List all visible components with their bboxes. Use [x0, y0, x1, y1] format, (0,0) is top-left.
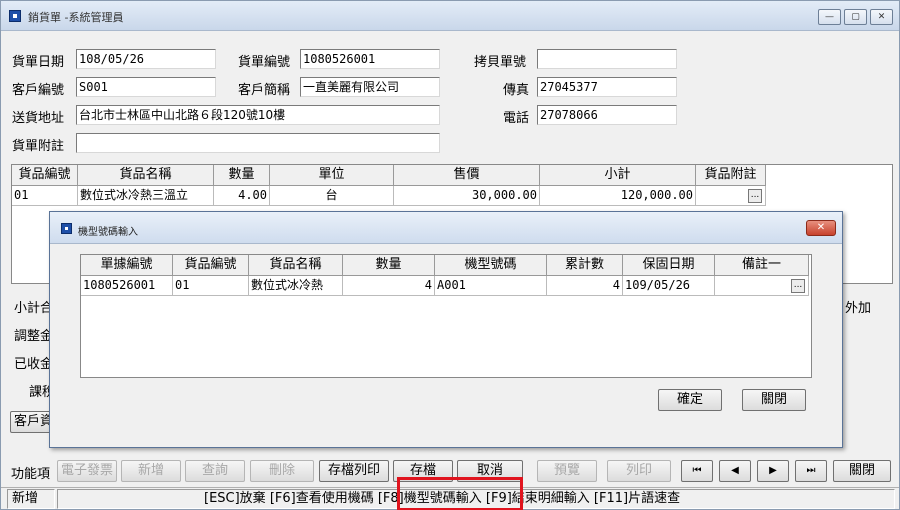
dcell-cumulative[interactable]: 4 — [547, 276, 623, 296]
col-header-qty[interactable]: 數量 — [214, 165, 270, 186]
title-bar: 銷貨單 -系統管理員 — ▢ ✕ — [1, 1, 899, 31]
copy-no-label: 拷貝單號 — [474, 55, 527, 70]
customer-no-field[interactable]: S001 — [76, 77, 216, 97]
dialog-title-bar: 機型號碼輸入 ✕ — [50, 212, 842, 244]
col-header-unit[interactable]: 單位 — [270, 165, 394, 186]
model-grid: 單據編號 貨品編號 貨品名稱 數量 機型號碼 累計數 保固日期 備註一 1080… — [80, 254, 812, 378]
dcol-header-model-no[interactable]: 機型號碼 — [435, 255, 547, 276]
item-note-lookup-button[interactable]: ... — [748, 189, 762, 203]
fax-label: 傳真 — [503, 83, 530, 98]
minimize-icon[interactable]: — — [818, 9, 841, 25]
address-label: 送貨地址 — [12, 111, 65, 126]
tax-extra-label: 外加 — [845, 301, 872, 316]
adjust-label: 調整金 — [14, 329, 54, 344]
dcell-model-no[interactable]: A001 — [435, 276, 547, 296]
dialog-ok-button[interactable]: 確定 — [658, 389, 722, 411]
add-button[interactable]: 新增 — [121, 460, 181, 482]
invoice-no-label: 貨單編號 — [238, 55, 291, 70]
hint-f8: [F8]機型號碼輸入 — [377, 491, 482, 506]
customer-short-label: 客戶簡稱 — [238, 83, 291, 98]
model-number-dialog: 機型號碼輸入 ✕ 單據編號 貨品編號 貨品名稱 數量 機型號碼 累計數 保固日期… — [49, 211, 843, 448]
save-print-button[interactable]: 存檔列印 — [319, 460, 389, 482]
invoice-note-label: 貨單附註 — [12, 139, 65, 154]
cell-qty[interactable]: 4.00 — [214, 186, 270, 206]
fax-field[interactable]: 27045377 — [537, 77, 677, 97]
col-header-item-note[interactable]: 貨品附註 — [696, 165, 766, 186]
cell-item-name[interactable]: 數位式冰冷熱三溫立 — [78, 186, 214, 206]
address-field[interactable]: 台北市士林區中山北路６段120號10樓 — [76, 105, 440, 125]
dcell-item-name[interactable]: 數位式冰冷熱 — [249, 276, 343, 296]
invoice-no-field[interactable]: 1080526001 — [300, 49, 440, 69]
e-invoice-button[interactable]: 電子發票 — [57, 460, 117, 482]
status-mode: 新增 — [7, 489, 55, 509]
dcol-header-cumulative[interactable]: 累計數 — [547, 255, 623, 276]
window-controls: — ▢ ✕ — [818, 9, 893, 25]
print-button[interactable]: 列印 — [607, 460, 671, 482]
query-button[interactable]: 查詢 — [185, 460, 245, 482]
cell-unit[interactable]: 台 — [270, 186, 394, 206]
received-label: 已收金 — [14, 357, 54, 372]
customer-no-label: 客戶編號 — [12, 83, 65, 98]
dialog-close-icon[interactable]: ✕ — [806, 220, 836, 236]
app-icon — [9, 10, 21, 22]
dcell-doc-no[interactable]: 1080526001 — [81, 276, 173, 296]
hint-esc-f6: [ESC]放棄 [F6]查看使用機碼 — [204, 491, 374, 506]
close-icon[interactable]: ✕ — [870, 9, 893, 25]
dcol-header-item-code[interactable]: 貨品編號 — [173, 255, 249, 276]
window-title: 銷貨單 -系統管理員 — [28, 11, 124, 24]
customer-short-field[interactable]: 一直美麗有限公司 — [300, 77, 440, 97]
subtotal-label: 小計合 — [14, 301, 54, 316]
col-header-item-code[interactable]: 貨品編號 — [12, 165, 78, 186]
first-record-icon[interactable]: ⏮ — [681, 460, 713, 482]
status-bar: 新增 [ESC]放棄 [F6]查看使用機碼 [F8]機型號碼輸入 [F9]結束明… — [1, 487, 899, 509]
date-field[interactable]: 108/05/26 — [76, 49, 216, 69]
invoice-note-field[interactable] — [76, 133, 440, 153]
status-hints: [ESC]放棄 [F6]查看使用機碼 [F8]機型號碼輸入 [F9]結束明細輸入… — [57, 489, 895, 509]
cell-subtotal[interactable]: 120,000.00 — [540, 186, 696, 206]
remark-lookup-button[interactable]: ... — [791, 279, 805, 293]
date-label: 貨單日期 — [12, 55, 65, 70]
dcol-header-item-name[interactable]: 貨品名稱 — [249, 255, 343, 276]
maximize-icon[interactable]: ▢ — [844, 9, 867, 25]
dcol-header-warranty[interactable]: 保固日期 — [623, 255, 715, 276]
next-record-icon[interactable]: ▶ — [757, 460, 789, 482]
toolbar-label: 功能項 — [11, 467, 51, 482]
preview-button[interactable]: 預覽 — [537, 460, 597, 482]
dcell-warranty[interactable]: 109/05/26 — [623, 276, 715, 296]
delete-button[interactable]: 刪除 — [250, 460, 314, 482]
col-header-item-name[interactable]: 貨品名稱 — [78, 165, 214, 186]
cell-price[interactable]: 30,000.00 — [394, 186, 540, 206]
save-button[interactable]: 存檔 — [393, 460, 453, 482]
phone-label: 電話 — [503, 111, 530, 126]
cancel-button[interactable]: 取消 — [457, 460, 523, 482]
phone-field[interactable]: 27078066 — [537, 105, 677, 125]
last-record-icon[interactable]: ⏭ — [795, 460, 827, 482]
col-header-price[interactable]: 售價 — [394, 165, 540, 186]
hint-f9-f11: [F9]結束明細輸入 [F11]片語速查 — [485, 491, 681, 506]
dcol-header-doc-no[interactable]: 單據編號 — [81, 255, 173, 276]
dcell-item-code[interactable]: 01 — [173, 276, 249, 296]
prev-record-icon[interactable]: ◀ — [719, 460, 751, 482]
main-window: 銷貨單 -系統管理員 — ▢ ✕ 貨單日期 108/05/26 貨單編號 108… — [0, 0, 900, 510]
col-header-subtotal[interactable]: 小計 — [540, 165, 696, 186]
copy-no-field[interactable] — [537, 49, 677, 69]
dcell-qty[interactable]: 4 — [343, 276, 435, 296]
dcol-header-qty[interactable]: 數量 — [343, 255, 435, 276]
cell-item-code[interactable]: 01 — [12, 186, 78, 206]
close-form-button[interactable]: 關閉 — [833, 460, 891, 482]
dialog-close-button[interactable]: 關閉 — [742, 389, 806, 411]
dialog-app-icon — [61, 223, 72, 234]
dialog-title: 機型號碼輸入 — [78, 227, 138, 238]
dcol-header-remark[interactable]: 備註一 — [715, 255, 809, 276]
